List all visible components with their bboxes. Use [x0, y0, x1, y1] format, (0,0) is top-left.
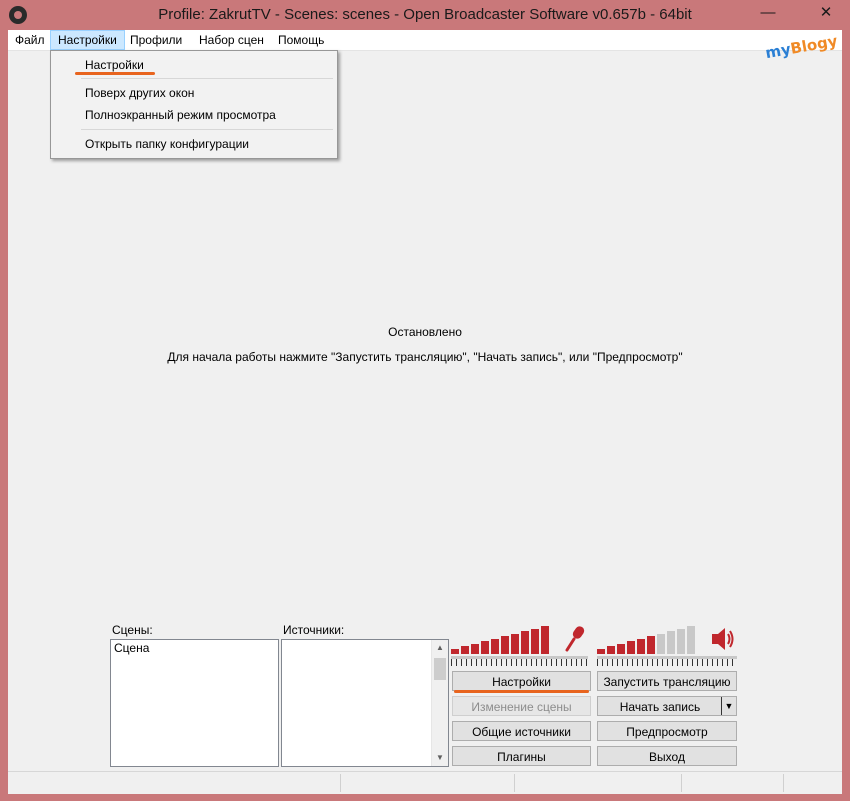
meter-bar: [511, 633, 519, 654]
start-recording-button[interactable]: Начать запись ▼: [597, 696, 737, 716]
menu-settings[interactable]: Настройки: [50, 30, 125, 50]
meter-bar: [461, 646, 469, 654]
settings-dropdown-menu: Настройки Поверх других окон Полноэкранн…: [50, 50, 338, 159]
meter-bar: [451, 649, 459, 654]
plugins-button[interactable]: Плагины: [452, 746, 591, 766]
menu-separator: [81, 129, 333, 130]
meter-bar: [667, 631, 675, 654]
sources-scrollbar[interactable]: ▲ ▼: [431, 640, 448, 766]
menu-profiles[interactable]: Профили: [123, 30, 189, 50]
scroll-down-icon[interactable]: ▼: [432, 750, 448, 766]
close-icon: ✕: [819, 4, 833, 21]
status-divider: [340, 774, 341, 792]
exit-button[interactable]: Выход: [597, 746, 737, 766]
settings-button[interactable]: Настройки: [452, 671, 591, 691]
scroll-thumb[interactable]: [434, 658, 446, 680]
speaker-icon[interactable]: [710, 626, 736, 652]
meter-bar: [607, 646, 615, 654]
microphone-icon[interactable]: [564, 624, 588, 654]
dropdown-item-open-config-folder[interactable]: Открыть папку конфигурации: [85, 135, 249, 153]
dropdown-item-fullscreen-preview[interactable]: Полноэкранный режим просмотра: [85, 106, 276, 124]
mic-volume-slider[interactable]: [451, 656, 588, 666]
edit-scene-button[interactable]: Изменение сцены: [452, 696, 591, 716]
obs-window: Profile: ZakrutTV - Scenes: scenes - Ope…: [0, 0, 850, 801]
start-streaming-button[interactable]: Запустить трансляцию: [597, 671, 737, 691]
status-bar: [8, 771, 842, 794]
menu-help[interactable]: Помощь: [271, 30, 331, 50]
dropdown-arrow-icon[interactable]: ▼: [721, 697, 736, 715]
scenes-label: Сцены:: [112, 623, 153, 637]
preview-button[interactable]: Предпросмотр: [597, 721, 737, 741]
scroll-up-icon[interactable]: ▲: [432, 640, 448, 656]
meter-bar: [521, 631, 529, 654]
scenes-list[interactable]: Сцена: [110, 639, 279, 767]
start-recording-label: Начать запись: [619, 700, 701, 714]
watermark-part1: my: [763, 40, 793, 63]
dropdown-item-always-on-top[interactable]: Поверх других окон: [85, 84, 194, 102]
highlight-underline: [75, 72, 155, 75]
status-divider: [514, 774, 515, 792]
close-button[interactable]: ✕: [812, 2, 840, 24]
title-bar[interactable]: Profile: ZakrutTV - Scenes: scenes - Ope…: [0, 0, 850, 30]
sources-list[interactable]: ▲ ▼: [281, 639, 449, 767]
highlight-underline: [454, 690, 589, 693]
menu-file[interactable]: Файл: [8, 30, 52, 50]
meter-bar: [481, 641, 489, 654]
meter-bar: [617, 643, 625, 654]
meter-bar: [531, 628, 539, 654]
minimize-icon: —: [760, 4, 776, 21]
meter-bar: [637, 638, 645, 654]
preview-hint: Для начала работы нажмите "Запустить тра…: [167, 350, 683, 364]
minimize-button[interactable]: —: [754, 2, 782, 24]
menu-scene-collection[interactable]: Набор сцен: [192, 30, 271, 50]
preview-status: Остановлено: [388, 325, 462, 339]
status-divider: [783, 774, 784, 792]
meter-bar: [657, 633, 665, 654]
client-area: Файл Настройки Профили Набор сцен Помощь…: [8, 30, 842, 794]
meter-bar: [501, 636, 509, 654]
sources-label: Источники:: [283, 623, 345, 637]
window-title: Profile: ZakrutTV - Scenes: scenes - Ope…: [158, 6, 692, 23]
menu-separator: [81, 78, 333, 79]
menu-bar: Файл Настройки Профили Набор сцен Помощь: [8, 30, 842, 51]
meter-bar: [687, 626, 695, 654]
meter-bar: [491, 638, 499, 654]
meter-bar: [647, 636, 655, 654]
mic-volume-meter: [451, 624, 551, 654]
meter-bar: [677, 628, 685, 654]
status-divider: [681, 774, 682, 792]
desktop-volume-slider[interactable]: [597, 656, 737, 666]
list-item[interactable]: Сцена: [114, 641, 149, 655]
meter-bar: [597, 649, 605, 654]
meter-bar: [471, 643, 479, 654]
desktop-volume-meter: [597, 624, 697, 654]
meter-bar: [627, 641, 635, 654]
meter-bar: [541, 626, 549, 654]
global-sources-button[interactable]: Общие источники: [452, 721, 591, 741]
